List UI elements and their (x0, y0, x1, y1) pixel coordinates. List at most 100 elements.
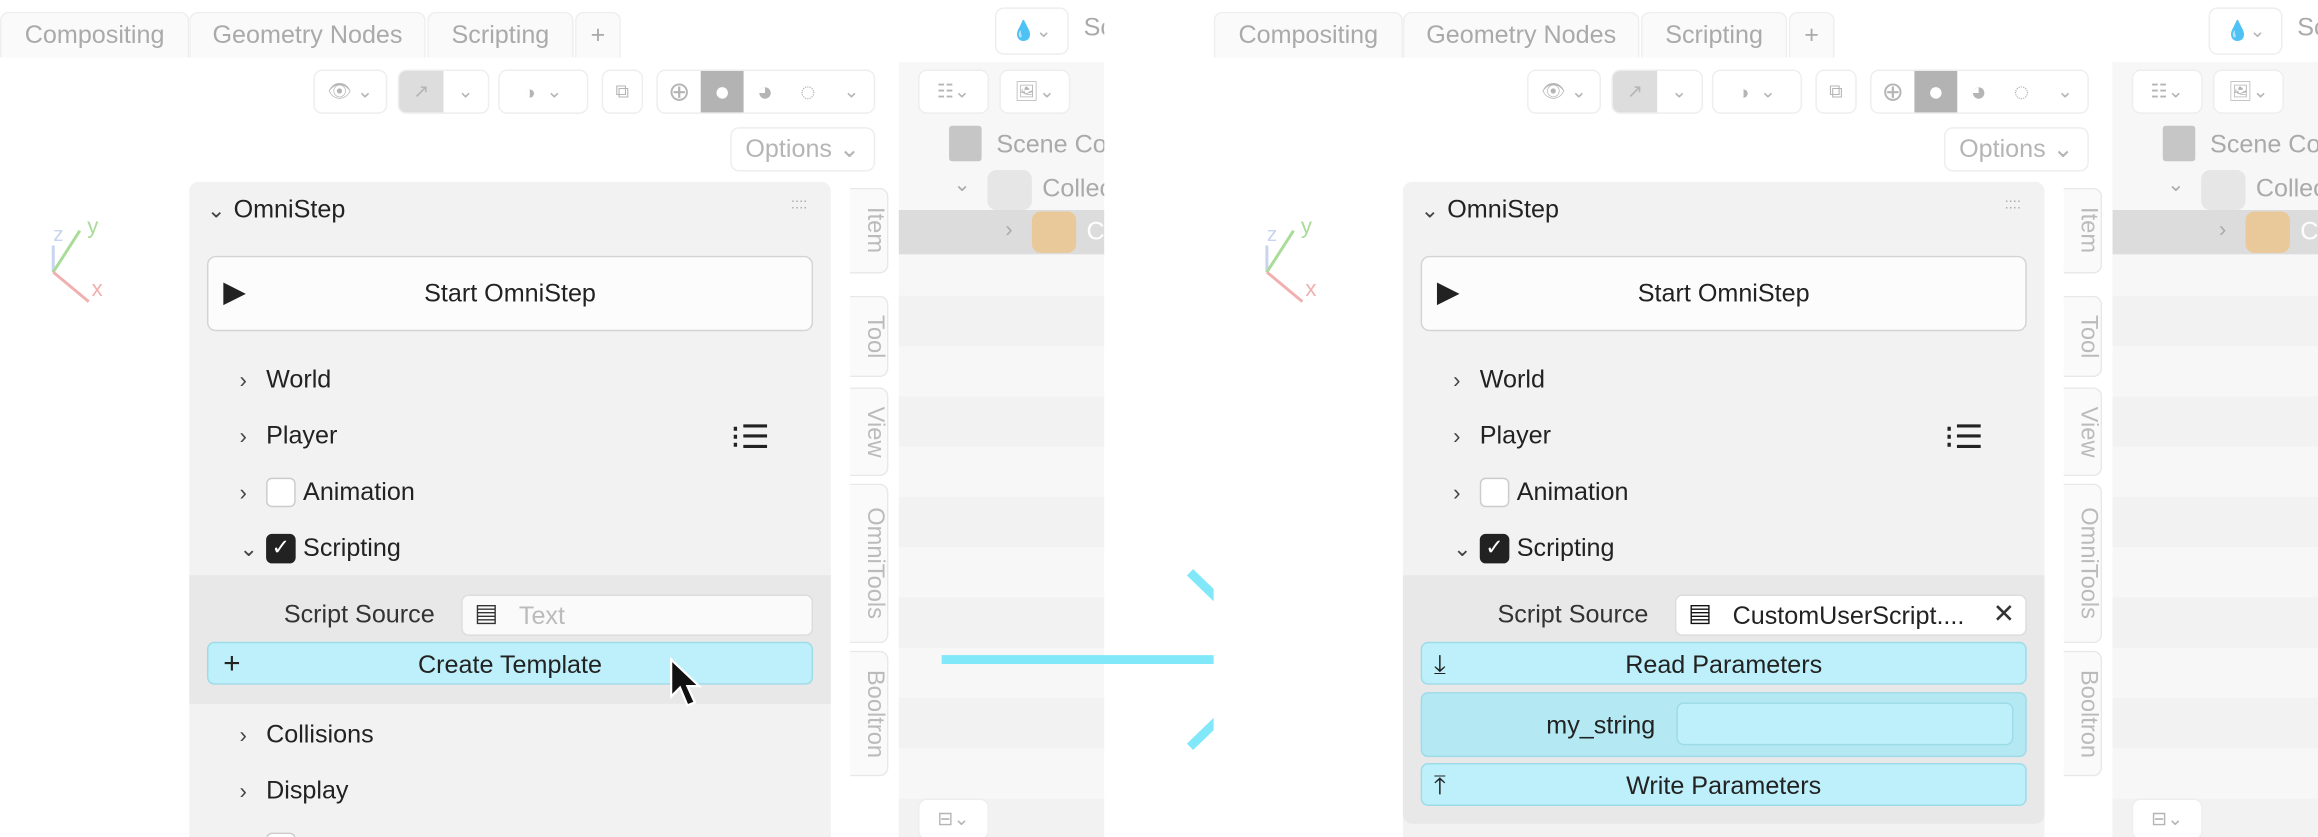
script-source-field[interactable]: ▤ CustomUserScript.... ✕ (1674, 594, 2027, 636)
shading-mode-group: ⊕ ● ◕ ◌ ⌄ (656, 69, 876, 114)
overlay-dropdown[interactable]: ◑ ⌄ (498, 69, 589, 114)
rendered-icon[interactable]: ◌ (786, 76, 829, 107)
drag-handle-icon[interactable]: :::: (2005, 197, 2021, 213)
outliner-row[interactable]: Scene Co (996, 130, 1104, 160)
sidebar-tab[interactable]: Item (2063, 187, 2103, 274)
sidebar-tab[interactable]: Booltron (850, 650, 889, 777)
sidebar-tab[interactable]: OmniTools (850, 483, 889, 644)
collection-icon (2201, 170, 2246, 210)
section-player[interactable]: › Player (1453, 417, 1551, 455)
section-collisions[interactable]: › Collisions (239, 716, 373, 754)
section-label: Player (266, 421, 338, 450)
start-label: Start OmniStep (424, 279, 596, 308)
scripting-checkbox[interactable]: ✓ (266, 533, 296, 564)
rendered-icon[interactable]: ◌ (2000, 76, 2043, 107)
add-workspace-button[interactable]: + (575, 11, 621, 58)
options-dropdown[interactable]: Options ⌄ (730, 127, 876, 172)
scripting-checkbox[interactable]: ✓ (1479, 533, 1510, 564)
workspace-tab[interactable]: Geometry Nodes (1402, 11, 1640, 58)
display-mode-dropdown[interactable]: ☷ ⌄ (918, 69, 989, 114)
section-world[interactable]: › World (1453, 361, 1545, 399)
param-label: my_string (1546, 711, 1656, 740)
animation-checkbox[interactable] (266, 477, 296, 508)
expand-chevron-icon[interactable]: ⌄ (954, 172, 971, 197)
scene-name: Sc (1083, 13, 1105, 42)
chevron-right-icon[interactable]: › (2219, 217, 2226, 242)
outliner-row[interactable]: Scene Co (2210, 130, 2318, 160)
section-scripting[interactable]: ⌄ ✓ Scripting (1453, 529, 1615, 567)
workspace-tab[interactable]: Compositing (0, 11, 190, 58)
solid-icon[interactable]: ● (1914, 70, 1958, 113)
workspace-tab[interactable]: Geometry Nodes (189, 11, 426, 58)
workspace-tab[interactable]: Compositing (1213, 11, 1403, 58)
outliner-row[interactable]: C (1087, 217, 1105, 247)
workspace-tab[interactable]: Scripting (427, 11, 574, 58)
wireframe-icon[interactable]: ⊕ (658, 76, 701, 107)
clear-icon[interactable]: ✕ (1993, 599, 2015, 630)
script-source-field[interactable]: ▤ Text (461, 594, 814, 636)
options-label: Options (1959, 134, 2046, 163)
solid-icon[interactable]: ● (700, 70, 744, 113)
scene-name: Sc (2297, 13, 2318, 42)
sidebar-tab[interactable]: View (850, 387, 889, 477)
workspace-tab[interactable]: Scripting (1640, 11, 1788, 58)
section-player[interactable]: › Player (239, 417, 337, 455)
xray-icon: ⧉ (1829, 79, 1843, 103)
gizmo-dropdown[interactable]: ↗ ⌄ (397, 69, 490, 114)
sidebar-tab[interactable]: Tool (2063, 295, 2103, 378)
filter-dropdown[interactable]: 🖼 ⌄ (2213, 69, 2284, 114)
chevron-right-icon[interactable]: › (1005, 217, 1012, 242)
toggle-dropdown[interactable]: ⊟ ⌄ (2131, 798, 2203, 837)
write-parameters-button[interactable]: ⤒ Write Parameters (1420, 763, 2027, 806)
panel-header[interactable]: ⌄ OmniStep (1421, 191, 1559, 229)
scene-selector-icon[interactable]: 💧⌄ (2208, 7, 2283, 55)
sidebar-tab[interactable]: Booltron (2063, 650, 2103, 777)
outliner-row[interactable]: Collec (2256, 174, 2318, 204)
sidebar-tab[interactable]: View (2063, 387, 2103, 477)
drag-handle-icon[interactable]: :::: (791, 197, 807, 213)
section-scripting[interactable]: ⌄ ✓ Scripting (239, 529, 401, 567)
chevron-down-icon[interactable]: ⌄ (829, 80, 873, 104)
material-icon[interactable]: ◕ (1957, 76, 2000, 107)
scene-selector-icon[interactable]: 💧⌄ (994, 7, 1069, 55)
toggle-dropdown[interactable]: ⊟ ⌄ (918, 798, 989, 837)
xray-toggle[interactable]: ⧉ (1815, 69, 1857, 114)
chevron-down-icon: ⌄ (1453, 536, 1472, 562)
mouse-cursor-icon (670, 656, 703, 707)
visibility-dropdown[interactable]: 👁 ⌄ (313, 69, 388, 114)
outliner-stripe (898, 295, 1105, 347)
chevron-down-icon[interactable]: ⌄ (2043, 80, 2087, 104)
camera-icon (1031, 211, 1077, 253)
outliner-row[interactable]: C (2300, 217, 2318, 247)
outliner-row[interactable]: Collec (1042, 174, 1104, 204)
animation-checkbox[interactable] (1479, 477, 1510, 508)
y-axis-label: y (87, 214, 99, 240)
material-icon[interactable]: ◕ (744, 76, 787, 107)
wireframe-icon[interactable]: ⊕ (1872, 76, 1915, 107)
outliner-stripe (898, 496, 1105, 548)
read-parameters-button[interactable]: ⤓ Read Parameters (1420, 641, 2027, 685)
panel-header[interactable]: ⌄ OmniStep (207, 191, 345, 229)
visibility-dropdown[interactable]: 👁 ⌄ (1527, 69, 1601, 114)
overlay-dropdown[interactable]: ◑ ⌄ (1711, 69, 1803, 114)
expand-chevron-icon[interactable]: ⌄ (2167, 172, 2184, 197)
sidebar-tab[interactable]: Tool (850, 295, 889, 378)
section-animation[interactable]: › Animation (239, 473, 415, 511)
options-dropdown[interactable]: Options ⌄ (1943, 127, 2089, 172)
section-animation[interactable]: › Animation (1453, 473, 1629, 511)
xray-toggle[interactable]: ⧉ (601, 69, 644, 114)
add-workspace-button[interactable]: + (1788, 11, 1835, 58)
sidebar-tab[interactable]: Item (850, 187, 889, 274)
display-mode-dropdown[interactable]: ☷ ⌄ (2131, 69, 2203, 114)
section-world[interactable]: › World (239, 361, 331, 399)
filter-dropdown[interactable]: 🖼 ⌄ (999, 69, 1071, 114)
list-icon[interactable]: ⁝☰ (1944, 419, 1983, 457)
sidebar-tab[interactable]: OmniTools (2063, 483, 2103, 644)
start-omnistep-button[interactable]: ▶ Start OmniStep (1420, 255, 2027, 332)
list-icon[interactable]: ⁝☰ (730, 419, 769, 457)
section-display[interactable]: › Display (239, 772, 348, 810)
create-template-button[interactable]: + Create Template (206, 641, 814, 685)
my-string-input[interactable] (1676, 702, 2014, 746)
gizmo-dropdown[interactable]: ↗ ⌄ (1611, 69, 1704, 114)
start-omnistep-button[interactable]: ▶ Start OmniStep (206, 255, 814, 332)
